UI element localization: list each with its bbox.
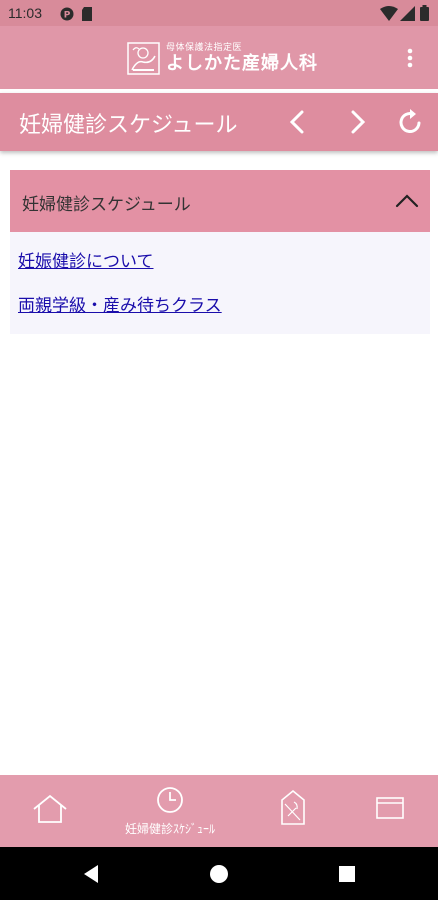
more-options-icon[interactable]: [398, 44, 422, 72]
browser-icon: [376, 797, 404, 819]
clinic-logo: 母体保護法指定医 よしかた産婦人科: [127, 40, 318, 76]
bottom-nav-home[interactable]: [0, 775, 100, 847]
app-bar: 母体保護法指定医 よしかた産婦人科: [0, 26, 438, 89]
map-icon: [281, 790, 305, 825]
system-back-icon[interactable]: [80, 863, 102, 885]
chevron-up-icon[interactable]: [394, 188, 420, 214]
system-recents-icon[interactable]: [336, 863, 358, 885]
schedule-panel-header[interactable]: 妊婦健診スケジュール: [10, 170, 430, 232]
bottom-nav-schedule[interactable]: 妊婦健診ｽｹｼﾞｭｰﾙ: [120, 775, 220, 847]
battery-icon: [420, 5, 429, 21]
status-bar: 11:03 P: [0, 0, 438, 26]
home-icon: [33, 794, 67, 823]
schedule-panel-body: 妊娠健診について 両親学級・産み待ちクラス: [10, 232, 430, 334]
clock-icon: [157, 787, 183, 813]
page-title: 妊婦健診スケジュール: [19, 113, 238, 138]
link-parent-class[interactable]: 両親学級・産み待ちクラス: [18, 284, 430, 328]
schedule-panel-title: 妊婦健診スケジュール: [22, 195, 191, 215]
reload-button[interactable]: [395, 106, 427, 138]
wifi-icon: [380, 6, 398, 21]
bottom-nav-browser[interactable]: [340, 775, 438, 847]
system-navigation-bar: [0, 847, 438, 900]
sd-card-icon: [82, 7, 92, 21]
svg-text:P: P: [64, 11, 71, 21]
bottom-nav-schedule-label: 妊婦健診ｽｹｼﾞｭｰﾙ: [124, 822, 215, 836]
clinic-logo-icon: [127, 41, 160, 75]
app-notification-icon: P: [60, 7, 74, 21]
logo-title: よしかた産婦人科: [166, 53, 318, 74]
schedule-panel: 妊婦健診スケジュール 妊娠健診について 両親学級・産み待ちクラス: [10, 170, 430, 334]
forward-button[interactable]: [341, 106, 373, 138]
bottom-navigation: 妊婦健診ｽｹｼﾞｭｰﾙ: [0, 775, 438, 847]
page-toolbar: 妊婦健診スケジュール: [0, 93, 438, 151]
status-time: 11:03: [8, 5, 42, 21]
system-home-icon[interactable]: [208, 863, 230, 885]
bottom-nav-map[interactable]: [243, 775, 343, 847]
link-pregnancy-checkup[interactable]: 妊娠健診について: [18, 240, 430, 284]
back-button[interactable]: [282, 106, 314, 138]
signal-icon: [400, 6, 415, 21]
